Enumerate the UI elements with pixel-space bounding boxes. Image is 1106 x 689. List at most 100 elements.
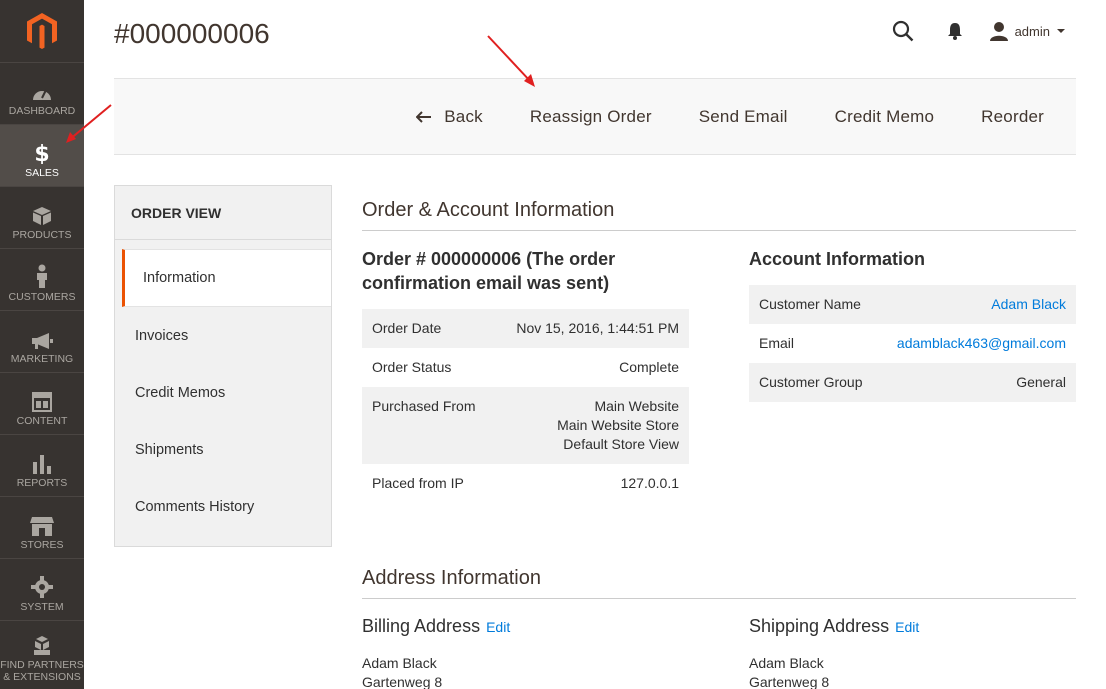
order-account-section-title: Order & Account Information	[362, 199, 1076, 231]
order-status-label: Order Status	[372, 359, 452, 375]
reorder-button[interactable]: Reorder	[981, 107, 1044, 127]
address-section-title: Address Information	[362, 567, 1076, 599]
account-information-heading: Account Information	[749, 249, 925, 269]
purchased-from-store-view: Default Store View	[563, 436, 679, 452]
shipping-address-title: Shipping Address	[749, 616, 890, 636]
purchased-from-store: Main Website Store	[557, 417, 679, 433]
customer-email-link[interactable]: adamblack463@gmail.com	[897, 335, 1066, 351]
placed-from-ip-value: 127.0.0.1	[620, 475, 679, 491]
nav-find-partners[interactable]: FIND PARTNERS & EXTENSIONS	[0, 620, 84, 689]
shipping-address-lines: Adam Black Gartenweg 8	[749, 654, 829, 689]
billing-address-heading: Billing Address Edit	[362, 616, 510, 637]
nav-sales[interactable]: $ SALES	[0, 124, 84, 186]
order-info-table: Order Date Nov 15, 2016, 1:44:51 PM Orde…	[362, 309, 689, 503]
header-actions: admin	[877, 16, 1066, 46]
tab-shipments[interactable]: Shipments	[115, 421, 331, 478]
dashboard-icon	[33, 89, 51, 100]
order-heading: Order # 000000006 (The order confirmatio…	[362, 247, 615, 295]
blocks-icon	[34, 636, 50, 655]
edit-shipping-address-link[interactable]: Edit	[895, 619, 919, 635]
nav-label-line2: & EXTENSIONS	[3, 671, 81, 683]
tab-information[interactable]: Information	[122, 249, 331, 307]
search-icon	[892, 20, 913, 42]
dollar-icon: $	[34, 142, 49, 164]
table-row: Customer Name Adam Black	[749, 285, 1076, 324]
nav-label: SALES	[25, 167, 59, 179]
nav-system[interactable]: SYSTEM	[0, 558, 84, 620]
user-icon	[989, 22, 1008, 41]
send-email-button[interactable]: Send Email	[699, 107, 788, 127]
order-date-label: Order Date	[372, 320, 442, 336]
magento-logo[interactable]	[0, 0, 84, 62]
order-heading-line1: Order # 000000006 (The order	[362, 249, 616, 269]
reassign-order-button[interactable]: Reassign Order	[530, 107, 652, 127]
billing-address-title: Billing Address	[362, 616, 481, 636]
customer-group-value: General	[1016, 374, 1066, 390]
gear-icon	[31, 576, 53, 598]
admin-sidebar: DASHBOARD $ SALES PRODUCTS CUSTOMERS MAR…	[0, 0, 84, 689]
person-icon	[37, 264, 47, 288]
back-label: Back	[444, 106, 483, 126]
order-view-tabs: ORDER VIEW Information Invoices Credit M…	[114, 185, 332, 547]
shipping-street: Gartenweg 8	[749, 674, 830, 689]
shipping-name: Adam Black	[749, 655, 824, 671]
table-row: Placed from IP 127.0.0.1	[362, 464, 689, 503]
nav-stores[interactable]: STORES	[0, 496, 84, 558]
nav-label: STORES	[20, 539, 64, 551]
email-label: Email	[759, 335, 795, 351]
arrow-left-icon	[416, 110, 432, 123]
nav-label: REPORTS	[16, 477, 68, 489]
nav-reports[interactable]: REPORTS	[0, 434, 84, 496]
magento-logo-icon	[27, 13, 57, 49]
nav-label-line1: FIND PARTNERS	[0, 659, 84, 671]
chevron-down-icon	[1057, 29, 1065, 33]
shipping-address-heading: Shipping Address Edit	[749, 616, 919, 637]
edit-billing-address-link[interactable]: Edit	[486, 619, 510, 635]
page-actions-toolbar: Back Reassign Order Send Email Credit Me…	[114, 78, 1076, 155]
svg-text:$: $	[34, 142, 49, 164]
purchased-from-label: Purchased From	[372, 398, 476, 414]
account-info-table: Customer Name Adam Black Email adamblack…	[749, 285, 1076, 402]
billing-name: Adam Black	[362, 655, 437, 671]
admin-user-menu[interactable]: admin	[989, 21, 1066, 41]
table-row: Order Status Complete	[362, 348, 689, 387]
nav-marketing[interactable]: MARKETING	[0, 310, 84, 372]
customer-name-label: Customer Name	[759, 296, 861, 312]
admin-username: admin	[1014, 23, 1050, 39]
order-heading-line2: confirmation email was sent)	[362, 273, 610, 293]
megaphone-icon	[32, 333, 53, 349]
storefront-icon	[30, 517, 54, 536]
nav-dashboard[interactable]: DASHBOARD	[0, 62, 84, 124]
credit-memo-button[interactable]: Credit Memo	[835, 107, 935, 127]
box-icon	[33, 207, 51, 225]
order-date-value: Nov 15, 2016, 1:44:51 PM	[516, 320, 679, 336]
tab-comments-history[interactable]: Comments History	[115, 478, 331, 535]
billing-street: Gartenweg 8	[362, 674, 443, 689]
purchased-from-website: Main Website	[594, 398, 679, 414]
table-row: Order Date Nov 15, 2016, 1:44:51 PM	[362, 309, 689, 348]
table-row: Purchased From Main Website Main Website…	[362, 387, 689, 464]
notifications-button[interactable]	[929, 16, 981, 46]
tab-invoices[interactable]: Invoices	[115, 307, 331, 364]
nav-label: MARKETING	[10, 353, 74, 365]
layout-icon	[32, 392, 52, 412]
customer-name-link[interactable]: Adam Black	[991, 296, 1066, 312]
nav-customers[interactable]: CUSTOMERS	[0, 248, 84, 310]
nav-label: SYSTEM	[20, 601, 64, 613]
table-row: Email adamblack463@gmail.com	[749, 324, 1076, 363]
customer-group-label: Customer Group	[759, 374, 863, 390]
tab-credit-memos[interactable]: Credit Memos	[115, 364, 331, 421]
nav-label: CONTENT	[16, 415, 68, 427]
billing-address-lines: Adam Black Gartenweg 8	[362, 654, 442, 689]
bar-chart-icon	[33, 455, 51, 474]
nav-content[interactable]: CONTENT	[0, 372, 84, 434]
order-status-value: Complete	[619, 359, 679, 375]
nav-label: DASHBOARD	[8, 105, 76, 117]
placed-from-ip-label: Placed from IP	[372, 475, 464, 491]
back-button[interactable]: Back	[416, 107, 483, 127]
purchased-from-value: Main Website Main Website Store Default …	[557, 397, 679, 454]
search-button[interactable]	[877, 16, 929, 46]
bell-icon	[947, 23, 962, 40]
nav-products[interactable]: PRODUCTS	[0, 186, 84, 248]
table-row: Customer Group General	[749, 363, 1076, 402]
